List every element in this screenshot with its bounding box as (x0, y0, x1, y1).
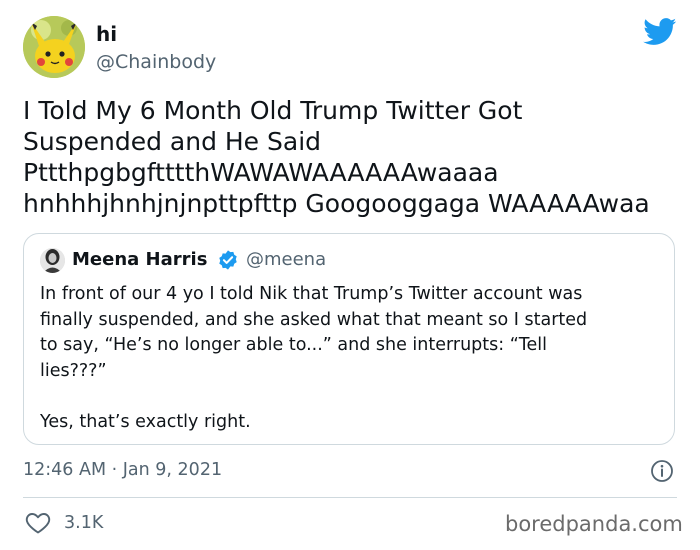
like-count[interactable]: 3.1K (64, 512, 103, 534)
quoted-text-line: Yes, that’s exactly right. (40, 411, 251, 432)
author-handle[interactable]: @Chainbody (96, 50, 216, 74)
author-name[interactable]: hi (96, 22, 117, 46)
watermark: boredpanda.com (505, 512, 683, 536)
info-icon[interactable] (650, 459, 674, 483)
quoted-text-line: In front of our 4 yo I told Nik that Tru… (40, 284, 583, 304)
quoted-author-handle: @meena (246, 249, 327, 270)
verified-badge-icon (219, 250, 237, 270)
tweet-text-line: Suspended and He Said (23, 127, 322, 156)
tweet-timestamp[interactable]: 12:46 AM · Jan 9, 2021 (23, 459, 222, 481)
quoted-tweet[interactable]: Meena Harris @meena In front of our 4 yo… (23, 233, 675, 445)
quoted-author-avatar (40, 248, 65, 273)
quoted-text-blank-line (40, 384, 660, 410)
tweet-text-line: PttthpgbgftttthWAWAWAAAAAAwaaaa (23, 158, 499, 187)
tweet-text-line: hnhhhjhnhjnjnpttpfttp Googooggaga WAAAAA… (23, 189, 650, 218)
twitter-bird-icon[interactable] (643, 18, 677, 46)
quoted-text-line: finally suspended, and she asked what th… (40, 309, 588, 330)
quoted-tweet-text: In front of our 4 yo I told Nik that Tru… (40, 282, 660, 435)
tweet-text: I Told My 6 Month Old Trump Twitter Got … (23, 95, 683, 219)
quoted-author-name: Meena Harris (72, 249, 208, 270)
divider (23, 497, 677, 498)
quoted-text-line: to say, “He’s no longer able to...” and … (40, 335, 548, 355)
tweet-text-line: I Told My 6 Month Old Trump Twitter Got (23, 96, 523, 125)
quoted-text-line: lies???” (40, 360, 107, 381)
author-avatar[interactable] (23, 16, 85, 78)
heart-icon[interactable] (25, 511, 51, 535)
